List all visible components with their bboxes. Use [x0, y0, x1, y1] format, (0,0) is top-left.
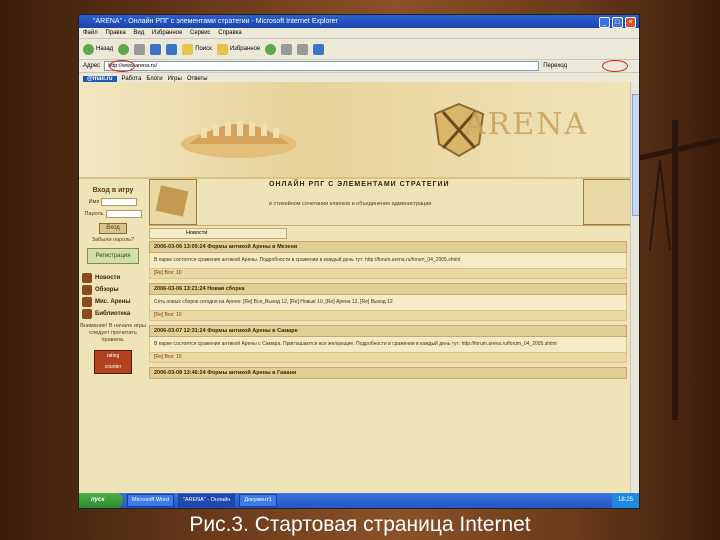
screenshot-frame: "ARENA" - Онлайн РПГ с элементами страте… — [78, 14, 640, 509]
left-sidebar: Вход в игру Имя Пароль Вход Забыли парол… — [79, 179, 147, 493]
menu-edit[interactable]: Правка — [105, 30, 125, 36]
search-label: Поиск — [195, 46, 212, 52]
post-comments-link[interactable]: [Re] Все: 10 — [149, 269, 627, 279]
header-left-ornament — [149, 179, 197, 225]
address-input[interactable]: http://www.arena.ru/ — [104, 61, 540, 71]
media-icon[interactable] — [265, 43, 277, 55]
header-subtitle: в стихийном сочетании клинков и объедине… — [269, 201, 432, 207]
minimize-icon[interactable]: _ — [599, 17, 610, 28]
post-body: В парке состоятся сражения антикой Арены… — [149, 337, 627, 353]
site-logo[interactable]: ARENA — [464, 107, 588, 142]
bullet-icon — [82, 273, 92, 283]
toolbar: Назад Поиск Избранное — [79, 39, 639, 60]
news-post: 2006-03-08 13:46:24 Формы антикой Арены … — [149, 367, 627, 379]
login-button[interactable]: Вход — [99, 223, 127, 234]
menu-help[interactable]: Справка — [218, 30, 242, 36]
task-document[interactable]: Документ1 — [239, 494, 277, 507]
bullet-icon — [82, 297, 92, 307]
tab-news[interactable]: Новости — [149, 228, 287, 239]
home-icon[interactable] — [166, 43, 178, 55]
header-title: ОНЛАЙН РПГ С ЭЛЕМЕНТАМИ СТРАТЕГИИ — [269, 181, 450, 188]
back-button[interactable]: Назад — [83, 43, 114, 55]
task-word[interactable]: Microsoft Word — [127, 494, 174, 507]
favorites-button[interactable]: Избранное — [216, 43, 261, 55]
refresh-icon[interactable] — [150, 43, 162, 55]
post-comments-link[interactable]: [Re] Все: 10 — [149, 353, 627, 363]
search-button[interactable]: Поиск — [182, 43, 212, 55]
left-note: Внимание! В начале игры следует прочитат… — [80, 323, 146, 343]
menu-favorites[interactable]: Избранное — [152, 30, 182, 36]
start-button[interactable]: пуск — [79, 493, 123, 508]
menu-view[interactable]: Вид — [133, 30, 144, 36]
post-header[interactable]: 2006-03-08 13:46:24 Формы антикой Арены … — [149, 367, 627, 379]
maximize-icon[interactable]: □ — [612, 17, 623, 28]
address-label: Адрес — [83, 63, 101, 69]
address-bar: Адрес http://www.arena.ru/ Переход — [79, 60, 639, 73]
star-icon — [216, 43, 228, 55]
search-icon — [182, 43, 194, 55]
favorites-label: Избранное — [229, 46, 261, 52]
go-button[interactable]: Переход — [543, 63, 567, 69]
name-input[interactable] — [101, 198, 138, 206]
scales-decoration — [630, 120, 720, 420]
site-banner: ARENA — [79, 82, 631, 179]
page-content: ARENA Вход в игру Имя Пароль Вход Забыли… — [79, 82, 631, 493]
go-highlight-ring — [602, 60, 628, 72]
forward-arrow-icon[interactable] — [118, 43, 130, 55]
back-arrow-icon — [83, 43, 94, 55]
nav-item-news[interactable]: Новости — [82, 272, 147, 284]
nav-item-label: Библиотека — [95, 311, 131, 317]
nav-item-arena[interactable]: Мис. Арены — [82, 296, 147, 308]
edit-icon[interactable] — [313, 43, 325, 55]
task-browser[interactable]: "ARENA" - Онлайн — [177, 494, 236, 507]
nav-item-library[interactable]: Библиотека — [82, 308, 147, 320]
nav-item-reviews[interactable]: Обзоры — [82, 284, 147, 296]
name-label: Имя — [88, 199, 100, 205]
mail-icon[interactable] — [281, 43, 293, 55]
nav-list: Новости Обзоры Мис. Арены Библиотека — [79, 272, 147, 320]
post-body: Сеть новых сборок сегодня на Арене: [Re]… — [149, 295, 627, 311]
figure-caption: Рис.3. Стартовая страница Internet — [189, 513, 531, 536]
back-label: Назад — [96, 46, 114, 52]
news-post: 2006-03-06 13:09:24 Формы антикой Арены … — [149, 241, 627, 279]
vertical-scrollbar[interactable] — [630, 82, 639, 493]
main-area: ОНЛАЙН РПГ С ЭЛЕМЕНТАМИ СТРАТЕГИИ в стих… — [149, 179, 631, 493]
window-title: "ARENA" - Онлайн РПГ с элементами страте… — [93, 18, 338, 25]
nav-item-label: Обзоры — [95, 287, 119, 293]
forgot-password-link[interactable]: Забыли пароль? — [79, 237, 147, 244]
print-icon[interactable] — [297, 43, 309, 55]
post-header[interactable]: 2006-03-06 13:09:24 Формы антикой Арены … — [149, 241, 627, 253]
menu-tools[interactable]: Сервис — [190, 30, 211, 36]
password-input[interactable] — [105, 210, 142, 218]
colosseum-image — [181, 121, 297, 158]
header-right-ornament — [583, 179, 631, 225]
close-icon[interactable]: × — [625, 17, 636, 28]
menu-file[interactable]: Файл — [83, 30, 98, 36]
login-title: Вход в игру — [92, 187, 134, 194]
password-label: Пароль — [84, 211, 104, 217]
system-tray-clock: 18:25 — [611, 493, 639, 508]
stop-icon[interactable] — [134, 43, 146, 55]
post-comments-link[interactable]: [Re] Все: 10 — [149, 311, 627, 321]
post-body: В парке состоятся сражения антикой Арены… — [149, 253, 627, 269]
register-button[interactable]: Регистрация — [87, 248, 139, 264]
news-list: 2006-03-06 13:09:24 Формы антикой Арены … — [149, 241, 627, 379]
window-titlebar: "ARENA" - Онлайн РПГ с элементами страте… — [79, 15, 639, 28]
taskbar: пуск Microsoft Word "ARENA" - Онлайн Док… — [79, 493, 639, 508]
menu-bar: Файл Правка Вид Избранное Сервис Справка — [79, 28, 639, 39]
post-header[interactable]: 2006-03-07 12:31:24 Формы антикой Арены … — [149, 325, 627, 337]
post-header[interactable]: 2006-03-06 13:21:24 Новая сборка — [149, 283, 627, 295]
bullet-icon — [82, 309, 92, 319]
bullet-icon — [82, 285, 92, 295]
news-post: 2006-03-06 13:21:24 Новая сборка Сеть но… — [149, 283, 627, 321]
nav-item-label: Мис. Арены — [95, 299, 131, 305]
header-frame: ОНЛАЙН РПГ С ЭЛЕМЕНТАМИ СТРАТЕГИИ в стих… — [149, 179, 631, 226]
address-highlight-ring — [109, 60, 135, 72]
nav-item-label: Новости — [95, 275, 121, 281]
news-post: 2006-03-07 12:31:24 Формы антикой Арены … — [149, 325, 627, 363]
counter-badge[interactable]: rating counter — [94, 350, 132, 374]
